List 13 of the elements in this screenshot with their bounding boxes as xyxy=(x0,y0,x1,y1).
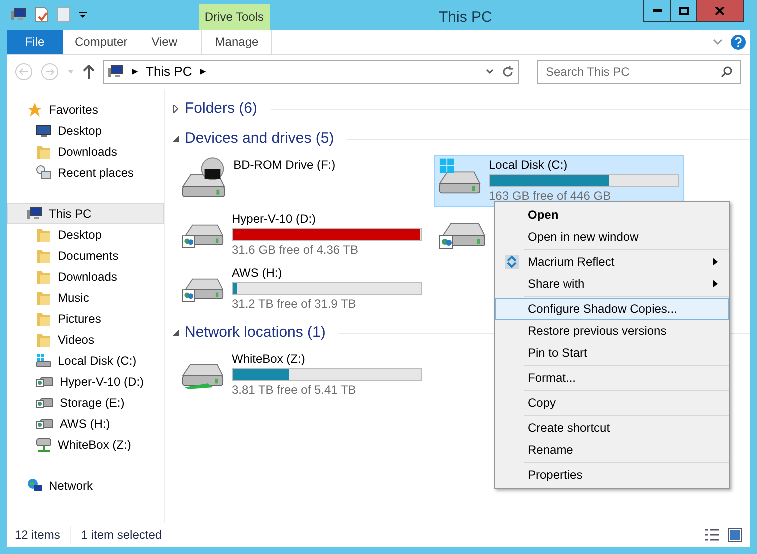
drive-name: Hyper-V-10 (D:) xyxy=(232,211,318,227)
drive-name: WhiteBox (Z:) xyxy=(232,351,306,367)
selection-count: 1 item selected xyxy=(80,527,162,544)
free-space-text: 163 GB free of 446 GB xyxy=(489,188,612,205)
item-count: 12 items xyxy=(15,526,72,544)
drive-name: AWS (H:) xyxy=(232,265,284,281)
drive-name: BD-ROM Drive (F:) xyxy=(234,157,337,173)
free-space-text: 3.81 TB free of 5.41 TB xyxy=(232,382,358,399)
window-title: This PC xyxy=(439,8,492,28)
contextual-tab-group: Drive Tools xyxy=(199,4,270,30)
free-space-text: 31.6 GB free of 4.36 TB xyxy=(232,242,360,259)
drive-name: Local Disk (C:) xyxy=(489,157,569,173)
free-space-text: 31.2 TB free of 31.9 TB xyxy=(232,296,358,313)
